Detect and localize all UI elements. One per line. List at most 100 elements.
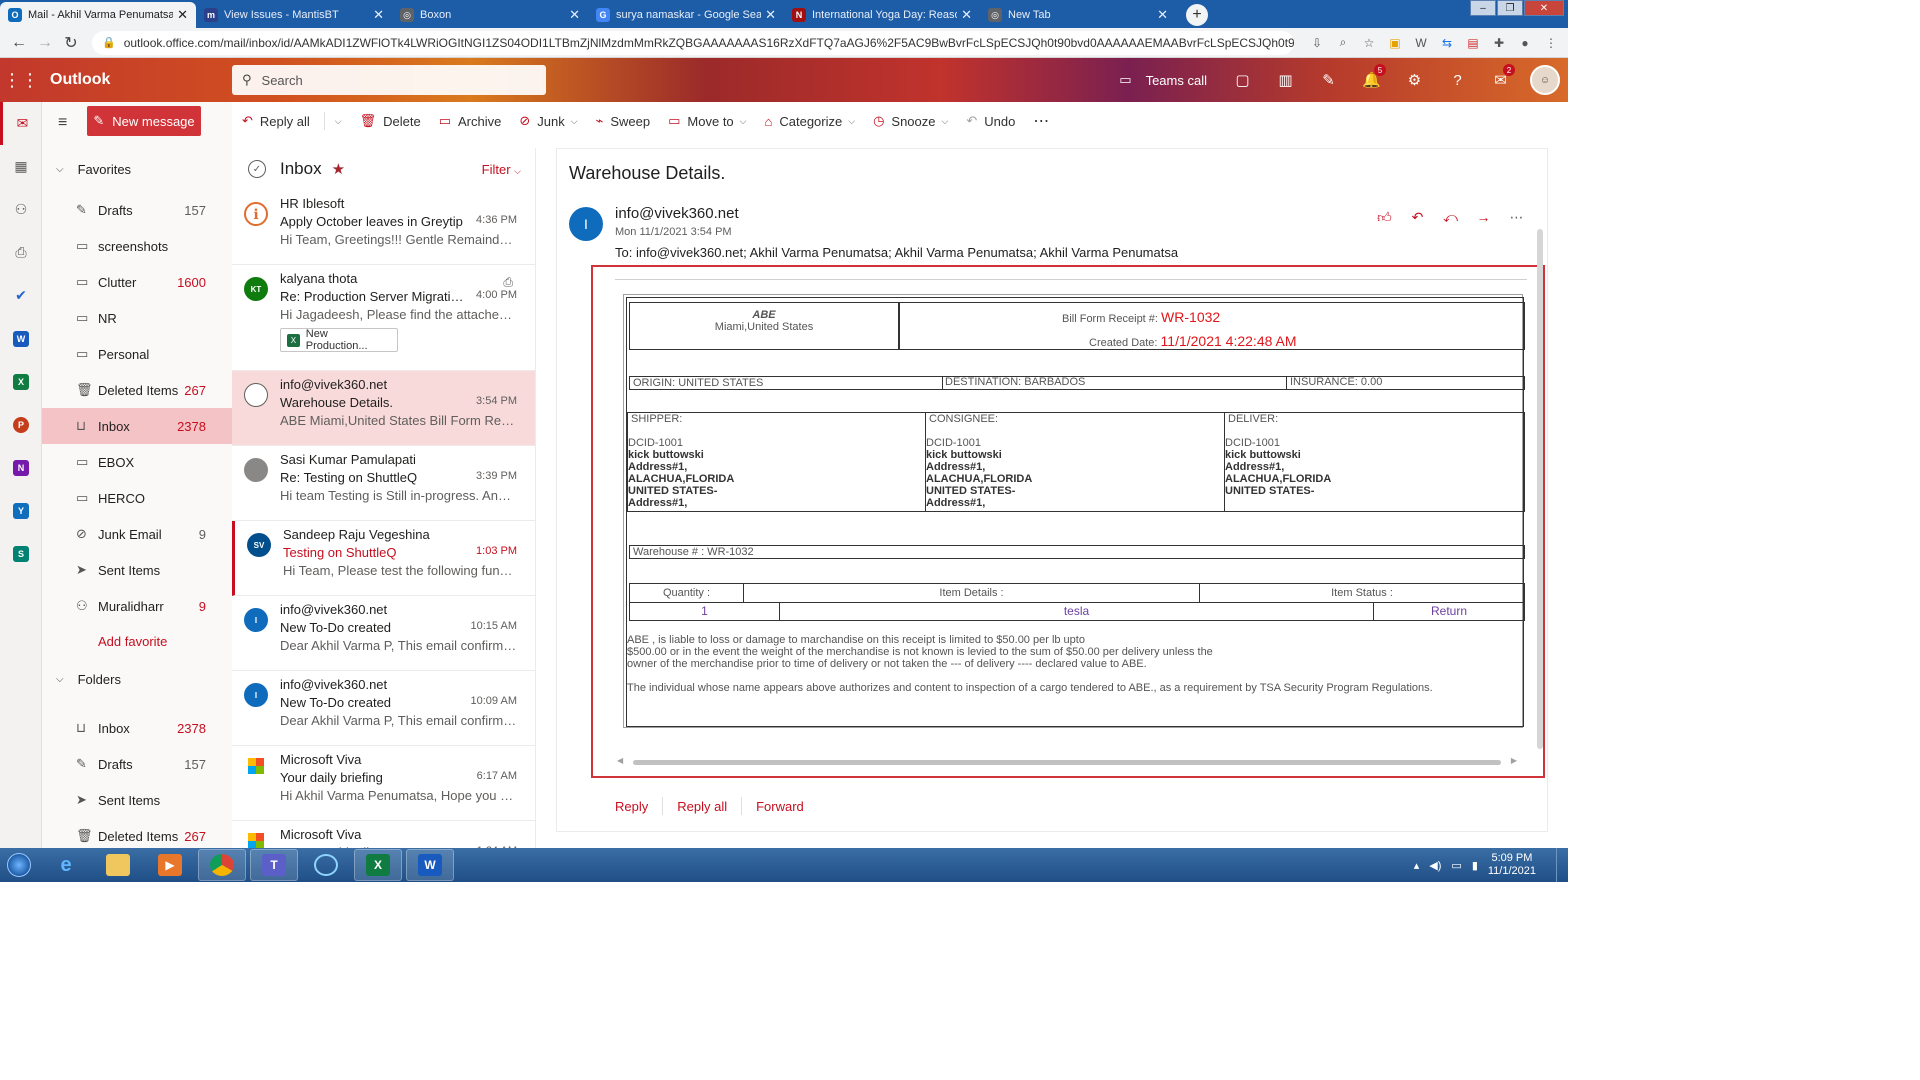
scroll-thumb[interactable] (633, 760, 1501, 765)
vertical-scrollbar[interactable] (1537, 229, 1543, 749)
favorite-star-icon[interactable]: ★ (332, 160, 345, 178)
gear-icon[interactable]: ⚙ (1393, 58, 1436, 102)
bookmark-star-icon[interactable]: ☆ (1358, 32, 1380, 54)
chevron-down-icon[interactable]: ⌵ (335, 116, 342, 127)
folder-item-drafts[interactable]: ✎ Drafts 157 (42, 746, 232, 782)
taskbar-chrome[interactable] (198, 849, 246, 881)
help-icon[interactable]: ? (1436, 58, 1479, 102)
horizontal-scrollbar[interactable]: ◀ ▶ (617, 756, 1525, 768)
sender-avatar[interactable]: I (569, 207, 603, 241)
folder-item-inbox[interactable]: ⊔ Inbox 2378 (42, 710, 232, 746)
folder-item-drafts[interactable]: ✎ Drafts 157 (42, 192, 232, 228)
sweep-button[interactable]: ⌁ Sweep (596, 113, 651, 129)
list-item[interactable]: Microsoft VivaYour monthly digest1:24 AM (232, 821, 535, 848)
reply-all-button[interactable]: ↶ Reply all ⌵ (242, 112, 342, 130)
new-tab-button[interactable]: + (1186, 4, 1208, 26)
show-desktop-button[interactable] (1556, 848, 1568, 882)
excel-icon[interactable]: X (0, 360, 42, 403)
search-box[interactable]: ⚲ Search (232, 65, 546, 95)
mail-icon[interactable]: ✉ (0, 102, 42, 145)
word-icon[interactable]: W (0, 317, 42, 360)
reply-link[interactable]: Reply (615, 799, 648, 814)
list-item[interactable]: KT kalyana thota Re: Production Server Mig… (232, 265, 535, 371)
menu-kebab-icon[interactable]: ⋮ (1540, 32, 1562, 54)
feedback-icon[interactable]: ✉ 2 (1479, 58, 1522, 102)
app-name[interactable]: Outlook (42, 71, 232, 89)
close-tab-icon[interactable]: ✕ (765, 7, 776, 23)
browser-tab[interactable]: O Mail - Akhil Varma Penumatsa - C✕ (0, 2, 196, 28)
hamburger-icon[interactable]: ≡ (58, 114, 67, 132)
reply-all-icon[interactable]: ⤺ (1434, 209, 1467, 226)
filter-button[interactable]: Filter ⌵ (482, 162, 521, 177)
folders-header[interactable]: ⌵ Folders (56, 672, 121, 687)
list-item[interactable]: Iinfo@vivek360.net New To-Do created 10:15… (232, 596, 535, 671)
taskbar-word[interactable]: W (406, 849, 454, 881)
list-item[interactable]: SV Sandeep Raju Vegeshina Testing on Shutt… (232, 521, 535, 596)
taskbar-media[interactable]: ▶ (146, 849, 194, 881)
install-icon[interactable]: ⇩ (1306, 32, 1328, 54)
folder-item-ebox[interactable]: ▭ EBOX (42, 444, 232, 480)
attachment-chip[interactable]: X New Production... (280, 328, 398, 352)
folder-item-herco[interactable]: ▭ HERCO (42, 480, 232, 516)
scroll-right-icon[interactable]: ▶ (1511, 756, 1517, 765)
list-item[interactable]: Iinfo@vivek360.net New To-Do created 10:09… (232, 671, 535, 746)
avatar[interactable]: ☺ (1530, 65, 1560, 95)
list-item[interactable]: Sasi Kumar Pamulapati Re: Testing on Shut… (232, 446, 535, 521)
reply-all-link[interactable]: Reply all (677, 799, 727, 814)
sender-address[interactable]: info@vivek360.net (615, 205, 739, 222)
url-field[interactable]: 🔒 outlook.office.com/mail/inbox/id/AAMkA… (92, 30, 1294, 55)
extension-coupon-icon[interactable]: ▣ (1384, 32, 1406, 54)
taskbar-snip[interactable] (302, 849, 350, 881)
taskbar-explorer[interactable] (94, 849, 142, 881)
taskbar-excel[interactable]: X (354, 849, 402, 881)
list-item[interactable]: Microsoft Viva Your daily briefing 6:17 AM… (232, 746, 535, 821)
maximize-button[interactable]: ❐ (1497, 0, 1523, 16)
browser-tab[interactable]: ◎ New Tab ✕ (980, 2, 1176, 28)
network-icon[interactable]: ▭ (1451, 859, 1461, 872)
reply-icon[interactable]: ↶ (1401, 209, 1434, 226)
junk-button[interactable]: ⊘ Junk ⌵ (519, 113, 577, 129)
chat-icon[interactable]: ▢ (1221, 58, 1264, 102)
close-tab-icon[interactable]: ✕ (961, 7, 972, 23)
forward-link[interactable]: Forward (756, 799, 804, 814)
folder-item-sent-items[interactable]: ➤ Sent Items (42, 782, 232, 818)
folder-item-sent-items[interactable]: ➤ Sent Items (42, 552, 232, 588)
start-button[interactable] (0, 848, 38, 882)
yammer-icon[interactable]: Y (0, 489, 42, 532)
browser-tab[interactable]: ◎ Boxon ✕ (392, 2, 588, 28)
like-icon[interactable]: 👍︎ (1368, 209, 1401, 226)
extension-sync-icon[interactable]: ⇆ (1436, 32, 1458, 54)
folder-item-muralidharr[interactable]: ⚇ Muralidharr 9 (42, 588, 232, 624)
my-day-icon[interactable]: ✎ (1307, 58, 1350, 102)
clock[interactable]: 5:09 PM 11/1/2021 (1488, 852, 1536, 878)
undo-button[interactable]: ↶ Undo (966, 113, 1015, 129)
more-icon[interactable]: ⋯ (1500, 209, 1533, 226)
folder-item-deleted-items[interactable]: 🗑 Deleted Items 267 (42, 372, 232, 408)
scroll-left-icon[interactable]: ◀ (617, 756, 623, 765)
bell-icon[interactable]: 🔔 5 (1350, 58, 1393, 102)
forward-icon[interactable]: → (1467, 209, 1500, 226)
folder-item-clutter[interactable]: ▭ Clutter 1600 (42, 264, 232, 300)
folder-item-junk-email[interactable]: ⊘ Junk Email 9 (42, 516, 232, 552)
select-all-checkbox[interactable]: ✓ (248, 160, 266, 178)
folder-item-deleted-items[interactable]: 🗑 Deleted Items 267 (42, 818, 232, 848)
extension-w-icon[interactable]: W (1410, 32, 1432, 54)
snooze-button[interactable]: ◷ Snooze ⌵ (873, 113, 948, 129)
sway-icon[interactable]: S (0, 532, 42, 575)
close-tab-icon[interactable]: ✕ (373, 7, 384, 23)
power-icon[interactable]: ▮ (1472, 859, 1478, 872)
close-tab-icon[interactable]: ✕ (1157, 7, 1168, 23)
app-launcher-icon[interactable]: ⋮⋮ (0, 70, 42, 91)
close-tab-icon[interactable]: ✕ (177, 7, 188, 23)
folder-item-nr[interactable]: ▭ NR (42, 300, 232, 336)
taskbar-teams[interactable]: T (250, 849, 298, 881)
list-item[interactable]: ℹ HR Iblesoft Apply October leaves in Grey… (232, 190, 535, 265)
volume-icon[interactable]: ◀) (1429, 859, 1441, 872)
attachment-icon[interactable]: ⎙ (0, 231, 42, 274)
onenote-icon[interactable]: N (0, 446, 42, 489)
select-checkbox[interactable] (244, 383, 268, 407)
back-icon[interactable]: ← (6, 34, 32, 52)
new-message-button[interactable]: ✎ New message (87, 106, 201, 136)
add-favorite-link[interactable]: Add favorite (98, 634, 167, 649)
powerpoint-icon[interactable]: P (0, 403, 42, 446)
